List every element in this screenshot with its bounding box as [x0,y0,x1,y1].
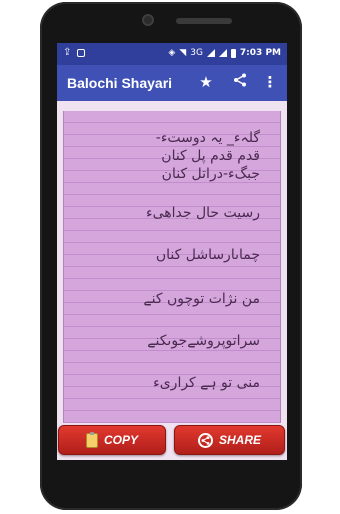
signal-icon-2 [218,49,227,57]
poem-line: سراتوپروشےجوںکنے [147,333,260,349]
front-camera [142,14,154,26]
status-time: 7:03 PM [239,48,281,58]
poem-line: منی تو ہے کراریء [153,375,260,391]
wifi-icon: ◥ [179,48,187,58]
poem-line: جبگء-دراتل کنان [161,166,260,182]
share-circle-icon [197,432,213,448]
poem-line: من نژات توچوں کنے [143,291,260,307]
usb-icon: ⇪ [63,47,72,58]
poem-line: قدم قدم پل کنان [161,148,260,164]
poem-paper: گلہء_ یہ دوستء- قدم قدم پل کنان جبگء-درا… [63,111,281,423]
share-icon[interactable] [231,73,249,91]
poem-text: گلہء_ یہ دوستء- قدم قدم پل کنان جبگء-درا… [70,129,260,391]
more-vert-icon[interactable]: ⋮ [261,73,279,91]
app-title: Balochi Shayari [67,75,173,91]
poem-line: گلہء_ یہ دوستء- [155,130,260,146]
star-icon[interactable]: ★ [197,73,215,91]
poem-line: رسیت حال جداهیء [146,205,260,221]
app-bar: Balochi Shayari ★ ⋮ [57,65,287,101]
battery-icon [230,48,236,58]
copy-button-label: COPY [103,433,138,447]
status-right: ◈ ◥ 3G 7:03 PM [168,48,281,58]
share-glyph [234,73,246,87]
action-buttons: COPY SHARE [57,423,287,460]
earpiece-speaker [176,18,232,24]
clipboard-icon [85,431,98,448]
copy-button[interactable]: COPY [58,425,166,455]
poem-line: چماںارساشل کناں [155,247,260,263]
status-bar: ⇪ ◈ ◥ 3G 7:03 PM [57,43,287,65]
app-screen: ⇪ ◈ ◥ 3G 7:03 PM Balochi Shayari ★ ⋮ گلہ… [57,43,287,460]
share-button-label: SHARE [218,433,261,447]
vibrate-icon: ◈ [168,48,176,58]
poem-content-area: گلہء_ یہ دوستء- قدم قدم پل کنان جبگء-درا… [57,101,287,423]
status-left: ⇪ [63,47,86,58]
notification-icon [77,49,86,57]
network-type: 3G [190,48,203,58]
signal-icon [206,49,215,57]
share-button[interactable]: SHARE [174,425,285,455]
share-circle-glyph [201,435,210,445]
